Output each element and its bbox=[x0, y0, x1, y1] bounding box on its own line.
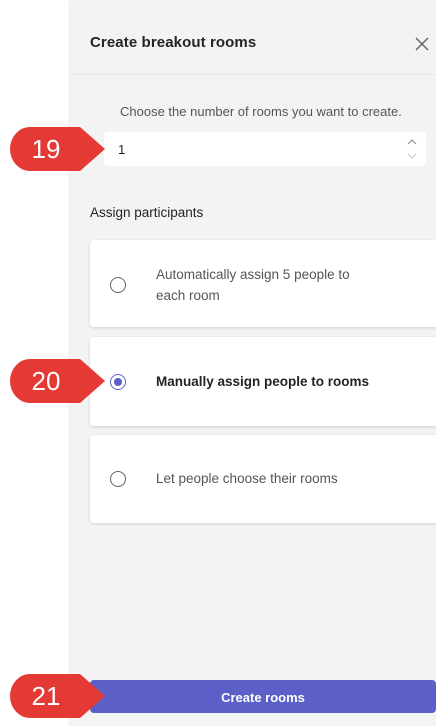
chevron-down-icon[interactable] bbox=[407, 153, 417, 159]
option-auto-assign-label-line1: Automatically assign 5 people to bbox=[156, 267, 350, 282]
room-count-input[interactable]: 1 bbox=[104, 132, 426, 166]
radio-let-choose[interactable] bbox=[110, 471, 126, 487]
option-let-choose[interactable]: Let people choose their rooms bbox=[90, 435, 436, 523]
panel-title: Create breakout rooms bbox=[90, 34, 257, 51]
option-manual-assign-label: Manually assign people to rooms bbox=[156, 374, 370, 389]
option-auto-assign-label-line2: each room bbox=[156, 288, 220, 303]
step-callout-21: 21 bbox=[10, 673, 106, 719]
step-callout-19: 19 bbox=[10, 126, 106, 172]
create-rooms-button[interactable]: Create rooms bbox=[90, 680, 436, 713]
option-let-choose-label: Let people choose their rooms bbox=[156, 471, 338, 486]
step-callout-20: 20 bbox=[10, 358, 106, 404]
rooms-instruction: Choose the number of rooms you want to c… bbox=[120, 104, 402, 119]
chevron-up-icon[interactable] bbox=[407, 139, 417, 145]
radio-manual-assign[interactable] bbox=[110, 374, 126, 390]
callout-number: 21 bbox=[31, 681, 61, 711]
room-count-stepper[interactable] bbox=[406, 136, 418, 162]
assign-participants-heading: Assign participants bbox=[90, 205, 204, 220]
callout-number: 19 bbox=[31, 134, 61, 164]
option-manual-assign[interactable]: Manually assign people to rooms bbox=[90, 337, 436, 426]
radio-auto-assign[interactable] bbox=[110, 277, 126, 293]
option-auto-assign[interactable]: Automatically assign 5 people to each ro… bbox=[90, 240, 436, 327]
room-count-value: 1 bbox=[118, 142, 126, 157]
close-icon[interactable] bbox=[414, 36, 430, 52]
callout-number: 20 bbox=[31, 366, 61, 396]
panel-header: Create breakout rooms bbox=[90, 34, 436, 58]
breakout-rooms-panel: Create breakout rooms Choose the number … bbox=[70, 0, 436, 726]
header-divider bbox=[70, 74, 436, 75]
